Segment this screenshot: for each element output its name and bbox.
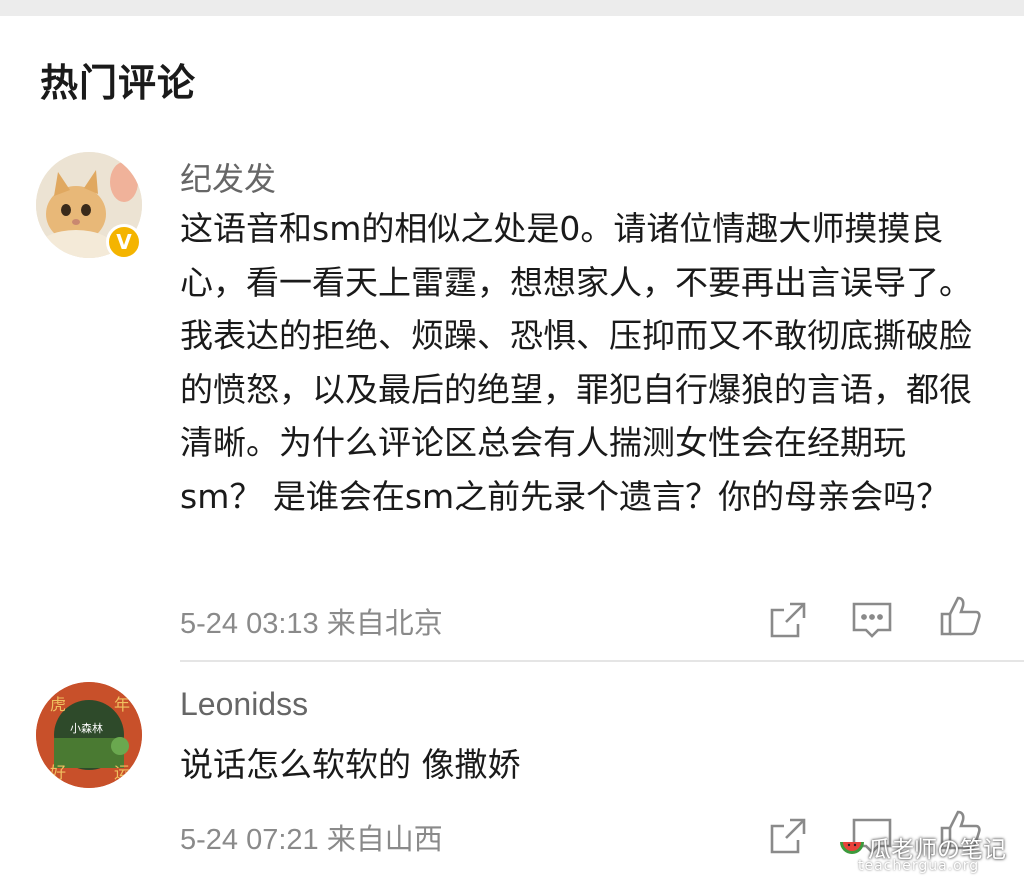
- comment-text: 这语音和sm的相似之处是0。请诸位情趣大师摸摸良心，看一看天上雷霆，想想家人，不…: [180, 209, 972, 516]
- share-icon[interactable]: [766, 814, 810, 858]
- avatar-char-tr: 年: [114, 695, 130, 714]
- top-strip: [0, 0, 1024, 16]
- verified-badge: V: [106, 224, 142, 260]
- comment-meta: 5-24 03:13 来自北京: [180, 608, 443, 640]
- avatar-char-center: 小森林: [70, 721, 103, 735]
- comment-text: 说话怎么软软的 像撒娇: [180, 745, 521, 784]
- comment-divider: [180, 660, 1024, 662]
- avatar-char-tl: 虎: [50, 695, 66, 714]
- comment-meta: 5-24 07:21 来自山西: [180, 824, 443, 856]
- comment-username[interactable]: Leonidss: [180, 686, 308, 723]
- section-title: 热门评论: [40, 61, 197, 105]
- tiger-year-avatar-image: 虎 年 小森林 好 运: [36, 682, 142, 788]
- avatar[interactable]: 虎 年 小森林 好 运: [36, 682, 142, 788]
- comment-username[interactable]: 纪发发: [180, 154, 276, 200]
- like-icon[interactable]: [938, 594, 982, 638]
- share-icon[interactable]: [766, 598, 810, 642]
- watermark-url: teachergua.org: [858, 858, 980, 874]
- watermelon-icon: [840, 842, 864, 854]
- watermark: 瓜老师の笔记 teachergua.org: [838, 830, 1018, 876]
- comment-icon[interactable]: [850, 598, 894, 642]
